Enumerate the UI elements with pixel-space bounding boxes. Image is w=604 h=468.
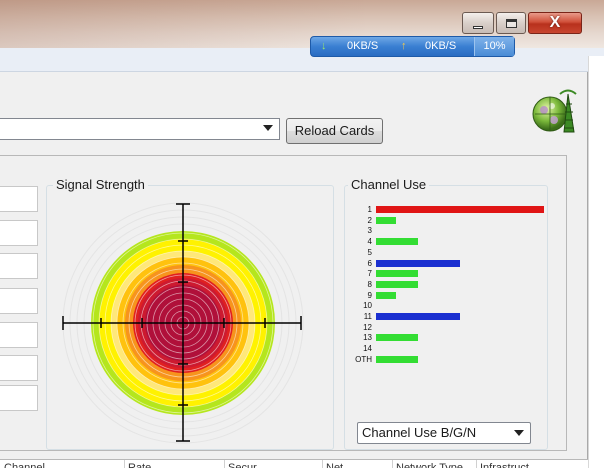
channel-label: 1 bbox=[367, 205, 372, 214]
signal-strength-title: Signal Strength bbox=[53, 177, 148, 192]
column-separator[interactable] bbox=[322, 460, 323, 468]
channel-label: 9 bbox=[367, 290, 372, 300]
close-icon: X bbox=[549, 14, 561, 31]
minimize-button[interactable] bbox=[462, 12, 494, 34]
card-select[interactable] bbox=[0, 118, 280, 140]
download-speed: 0KB/S bbox=[347, 40, 379, 52]
channel-use-select-value: Channel Use B/G/N bbox=[362, 425, 477, 440]
info-field[interactable] bbox=[0, 385, 38, 411]
window-border bbox=[588, 56, 604, 468]
table-column-header[interactable]: Channel bbox=[4, 462, 45, 468]
channel-use-title: Channel Use bbox=[348, 177, 430, 192]
signal-strength-radar bbox=[62, 202, 304, 444]
channel-use-bar bbox=[376, 280, 418, 288]
channel-use-bar bbox=[376, 259, 460, 267]
channel-label: 2 bbox=[367, 215, 372, 225]
channel-use-bar bbox=[376, 355, 418, 363]
column-separator[interactable] bbox=[224, 460, 225, 468]
channel-use-bar bbox=[376, 206, 544, 213]
chevron-down-icon bbox=[263, 125, 273, 131]
maximize-icon bbox=[497, 13, 525, 33]
channel-label: 6 bbox=[367, 258, 372, 268]
column-separator[interactable] bbox=[124, 460, 125, 468]
maximize-button[interactable] bbox=[496, 12, 526, 34]
channel-label: 12 bbox=[363, 322, 372, 332]
cpu-usage: 10% bbox=[474, 37, 514, 56]
upload-speed: 0KB/S bbox=[425, 40, 457, 52]
minimize-icon bbox=[463, 13, 493, 33]
channel-label: 8 bbox=[367, 279, 372, 289]
channel-label: 13 bbox=[363, 333, 372, 343]
column-separator[interactable] bbox=[392, 460, 393, 468]
network-meter[interactable]: ↓ 0KB/S ↑ 0KB/S 10% bbox=[310, 36, 515, 57]
wifi-globe-logo-icon bbox=[532, 89, 577, 133]
info-field[interactable] bbox=[0, 220, 38, 246]
download-arrow-icon: ↓ bbox=[321, 40, 327, 52]
channel-label: 5 bbox=[367, 247, 372, 257]
info-field[interactable] bbox=[0, 322, 38, 348]
channel-label: 4 bbox=[367, 237, 372, 247]
reload-cards-button[interactable]: Reload Cards bbox=[286, 118, 383, 144]
column-separator[interactable] bbox=[476, 460, 477, 468]
channel-use-bar bbox=[376, 291, 396, 299]
channel-label: 11 bbox=[363, 312, 372, 321]
table-column-header[interactable]: Infrastruct... bbox=[480, 462, 538, 468]
info-field[interactable] bbox=[0, 355, 38, 381]
info-field[interactable] bbox=[0, 253, 38, 279]
channel-use-bar bbox=[376, 238, 418, 246]
channel-label: 7 bbox=[367, 269, 372, 279]
network-table-header: Channel Rate Secur... Net... Network Type Inf… bbox=[0, 459, 588, 468]
table-column-header[interactable]: Network Type bbox=[396, 462, 463, 468]
table-column-header[interactable]: Net... bbox=[326, 462, 352, 468]
channel-use-bar bbox=[376, 270, 418, 278]
channel-use-bar bbox=[376, 313, 460, 320]
table-column-header[interactable]: Rate bbox=[128, 462, 151, 468]
table-column-header[interactable]: Secur... bbox=[228, 462, 265, 468]
channel-label: OTH bbox=[355, 354, 372, 364]
channel-use-bar bbox=[376, 216, 396, 224]
channel-label: 10 bbox=[363, 301, 372, 311]
info-field[interactable] bbox=[0, 288, 38, 314]
info-field[interactable] bbox=[0, 186, 38, 212]
channel-use-bar bbox=[376, 334, 418, 342]
channel-label: 14 bbox=[363, 344, 372, 354]
close-button[interactable]: X bbox=[528, 12, 582, 34]
channel-label: 3 bbox=[367, 226, 372, 236]
channel-use-select[interactable]: Channel Use B/G/N bbox=[357, 422, 531, 444]
upload-arrow-icon: ↑ bbox=[401, 40, 407, 52]
chevron-down-icon bbox=[514, 430, 524, 436]
